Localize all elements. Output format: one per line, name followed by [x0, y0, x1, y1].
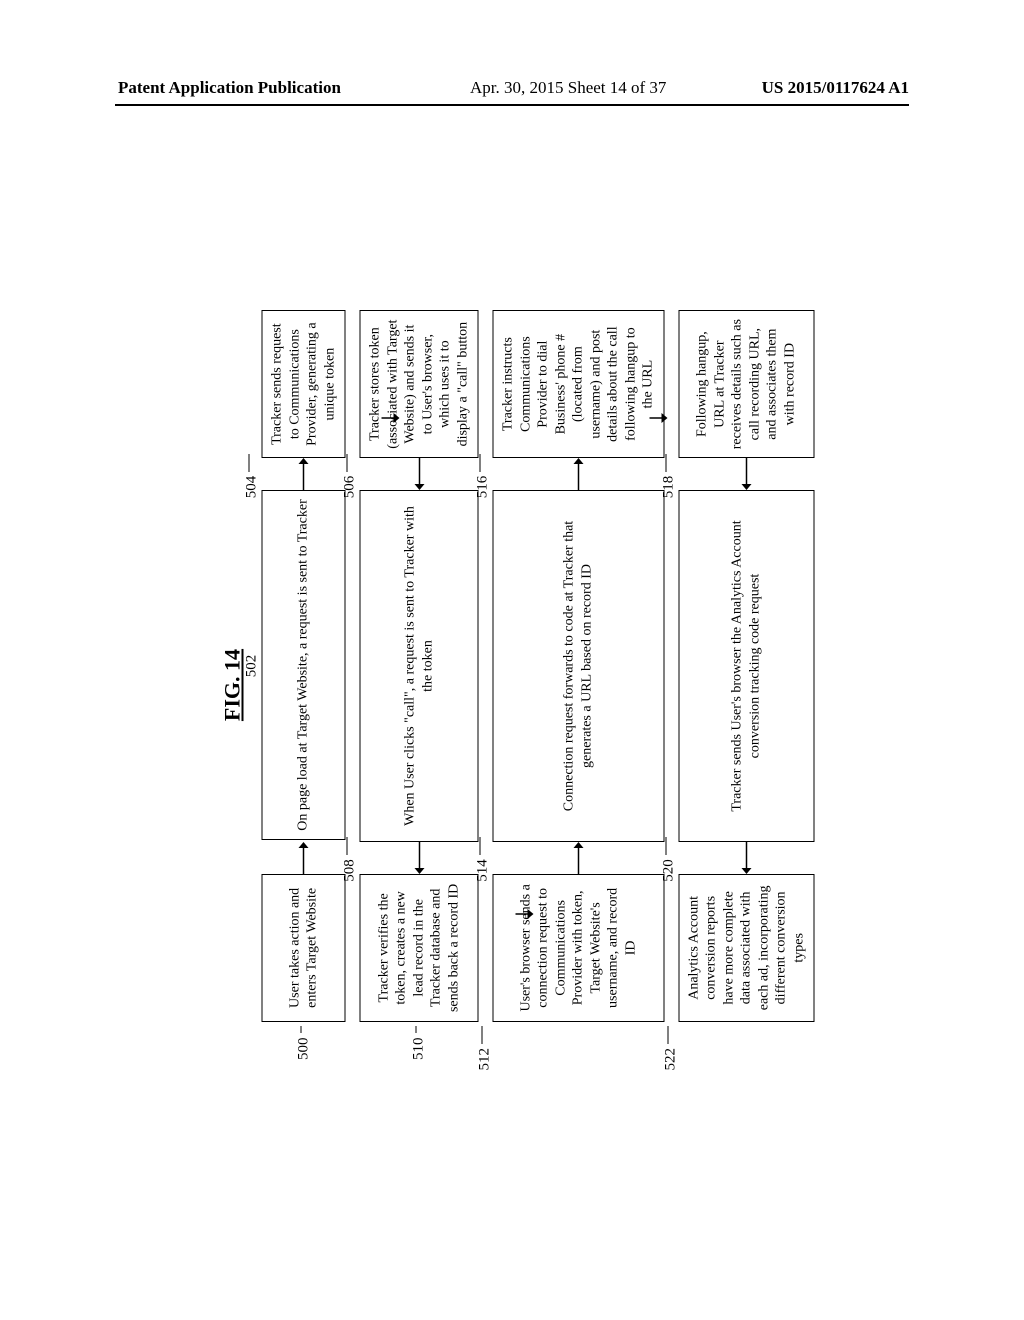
- label-502: 502: [244, 655, 261, 678]
- label-516: 516: [475, 454, 492, 499]
- arrow-506-508: [360, 458, 479, 490]
- label-500: 500: [262, 1022, 346, 1060]
- arrow-504-506: [382, 408, 400, 428]
- box-504: Tracker sends request to Communications …: [262, 310, 346, 458]
- page: Patent Application Publication Apr. 30, …: [0, 0, 1024, 1320]
- arrow-508-510: [360, 842, 479, 874]
- rotated-figure-stage: FIG. 14 500 User takes action and enters…: [230, 310, 795, 1060]
- arrow-518-520: [678, 458, 815, 490]
- header-left-text: Patent Application Publication: [118, 78, 341, 98]
- arrow-516-518: [650, 408, 668, 428]
- down-arrow-row1: [382, 310, 396, 1060]
- arrow-502-504: [262, 458, 346, 490]
- box-508: When User clicks "call", a request is se…: [360, 490, 479, 841]
- arrow-520-522: [678, 842, 815, 874]
- down-arrow-row2: [516, 310, 530, 1060]
- arrow-500-502: [262, 842, 346, 874]
- label-506: 506: [342, 454, 359, 499]
- header-rule: [115, 104, 909, 106]
- label-522: 522: [678, 1022, 815, 1060]
- box-510: Tracker verifies the token, creates a ne…: [360, 874, 479, 1022]
- box-518: Following hangup, URL at Tracker receive…: [678, 310, 815, 458]
- down-arrow-row3: [650, 310, 664, 1060]
- box-506: Tracker stores token (associated with Ta…: [360, 310, 479, 458]
- box-500: User takes action and enters Target Webs…: [262, 874, 346, 1022]
- label-508: 508: [342, 837, 359, 882]
- label-504: 504: [244, 454, 261, 499]
- label-510: 510: [360, 1022, 479, 1060]
- arrow-510-512: [516, 904, 534, 924]
- label-514: 514: [475, 837, 492, 882]
- header-right-text: US 2015/0117624 A1: [762, 78, 909, 98]
- figure-title: FIG. 14: [220, 310, 246, 1060]
- box-520: Tracker sends User's browser the Analyti…: [678, 490, 815, 841]
- header-mid-text: Apr. 30, 2015 Sheet 14 of 37: [470, 78, 666, 98]
- box-502: On page load at Target Website, a reques…: [262, 490, 346, 839]
- box-522: Analytics Account conversion reports hav…: [678, 874, 815, 1022]
